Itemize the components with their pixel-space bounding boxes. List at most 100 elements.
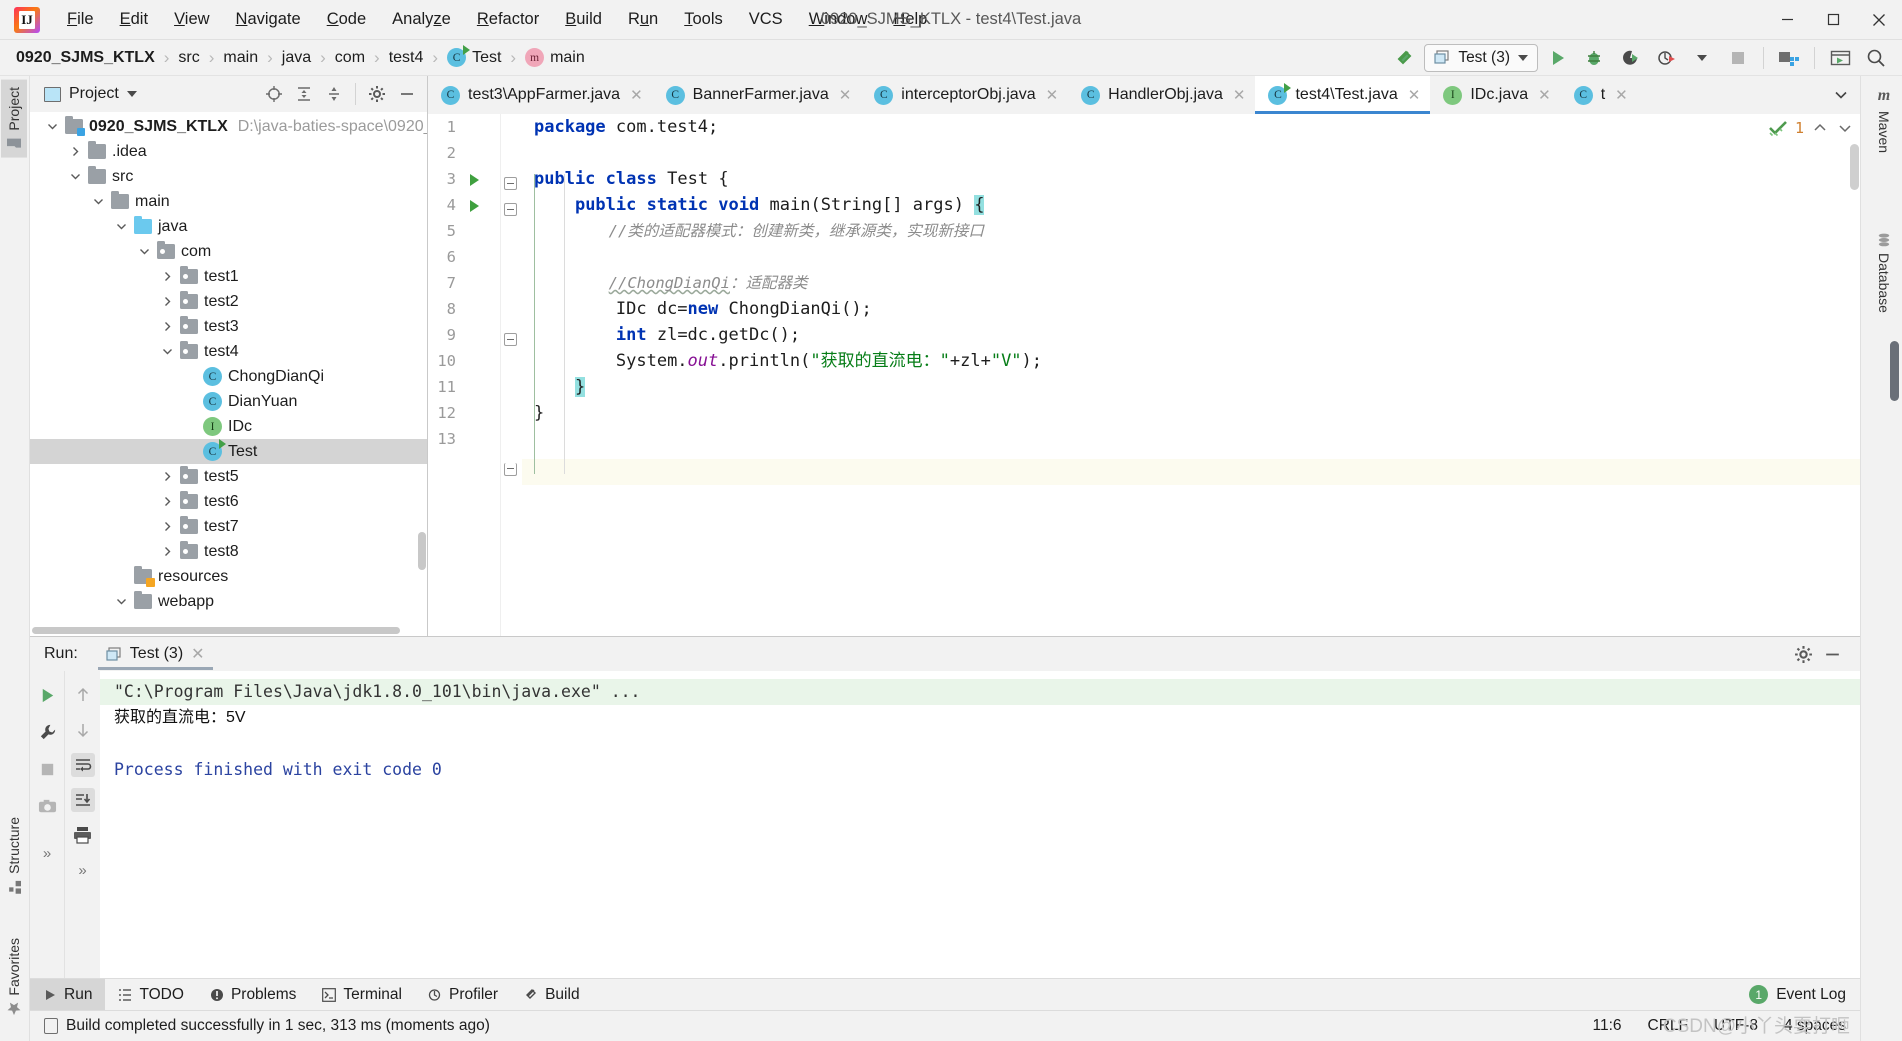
- sidebar-item-favorites[interactable]: Favorites: [1, 931, 27, 1023]
- code-text[interactable]: package com.test4; public class Test { p…: [522, 114, 1860, 636]
- tree-node-resources[interactable]: resources: [30, 564, 427, 589]
- sidebar-item-database[interactable]: Database: [1871, 226, 1897, 320]
- print-icon[interactable]: [71, 823, 95, 847]
- menu-tools[interactable]: Tools: [671, 6, 736, 33]
- tree-expand-arrow[interactable]: [113, 219, 129, 235]
- tree-node-main[interactable]: main: [30, 189, 427, 214]
- tree-expand-arrow[interactable]: [113, 594, 129, 610]
- menu-window[interactable]: Window: [796, 6, 881, 33]
- caret-position[interactable]: 11:6: [1593, 1017, 1622, 1035]
- breadcrumb-item-project[interactable]: 0920_SJMS_KTLX: [14, 48, 157, 68]
- project-structure-button[interactable]: [1773, 43, 1805, 73]
- editor-tab-test4-test-java[interactable]: Ctest4\Test.java ✕: [1255, 76, 1431, 114]
- tree-expand-arrow[interactable]: [113, 569, 129, 585]
- select-opened-file-icon[interactable]: [260, 81, 288, 107]
- tree-expand-arrow[interactable]: [67, 144, 83, 160]
- menu-view[interactable]: View: [161, 6, 222, 33]
- tree-expand-arrow[interactable]: [136, 244, 152, 260]
- tree-node-test6[interactable]: test6: [30, 489, 427, 514]
- tree-node-0920-sjms-ktlx[interactable]: 0920_SJMS_KTLX D:\java-baties-space\0920_…: [30, 114, 427, 139]
- stop-icon[interactable]: [35, 757, 59, 781]
- tree-node-test2[interactable]: test2: [30, 289, 427, 314]
- fold-marker[interactable]: [504, 333, 517, 346]
- minimize-button[interactable]: [1764, 0, 1810, 40]
- event-log-button[interactable]: Event Log: [1776, 986, 1846, 1004]
- breadcrumb-item-com[interactable]: com: [333, 48, 367, 68]
- rerun-icon[interactable]: [35, 683, 59, 707]
- run-gutter-icon[interactable]: [470, 200, 479, 212]
- sidebar-item-project[interactable]: Project: [1, 80, 27, 158]
- updates-button[interactable]: [1824, 43, 1856, 73]
- sidebar-item-structure[interactable]: Structure: [1, 810, 27, 901]
- chevron-down-icon[interactable]: [126, 91, 137, 97]
- editor-gutter[interactable]: 1 2 3 4 5 6 7 8 9 10 11 12 13: [428, 114, 500, 636]
- menu-refactor[interactable]: Refactor: [464, 6, 552, 33]
- close-button[interactable]: [1856, 0, 1902, 40]
- close-icon[interactable]: ✕: [630, 86, 643, 104]
- hide-panel-icon[interactable]: [393, 81, 421, 107]
- close-icon[interactable]: ✕: [1615, 86, 1628, 104]
- tree-expand-arrow[interactable]: [67, 169, 83, 185]
- down-arrow-icon[interactable]: [71, 718, 95, 742]
- menu-help[interactable]: Help: [880, 6, 940, 33]
- menu-build[interactable]: Build: [552, 6, 615, 33]
- editor-tab-bannerfarmer-java[interactable]: C BannerFarmer.java ✕: [653, 76, 862, 114]
- screenshot-icon[interactable]: [35, 794, 59, 818]
- tree-expand-arrow[interactable]: [159, 319, 175, 335]
- tree-expand-arrow[interactable]: [159, 544, 175, 560]
- menu-code[interactable]: Code: [314, 6, 379, 33]
- project-tree-hscrollbar[interactable]: [30, 625, 427, 636]
- editor-scrollbar[interactable]: [1850, 144, 1859, 190]
- project-panel-title[interactable]: Project: [44, 85, 137, 103]
- tree-node-test8[interactable]: test8: [30, 539, 427, 564]
- collapse-all-icon[interactable]: [320, 81, 348, 107]
- maximize-button[interactable]: [1810, 0, 1856, 40]
- gear-icon[interactable]: [1794, 645, 1813, 664]
- menu-edit[interactable]: Edit: [107, 6, 161, 33]
- editor-tab-idc-java[interactable]: I IDc.java ✕: [1430, 76, 1560, 114]
- project-tree-vscrollbar[interactable]: [418, 532, 426, 570]
- tree-node-test4[interactable]: test4: [30, 339, 427, 364]
- hide-icon[interactable]: [1823, 645, 1842, 664]
- tree-expand-arrow[interactable]: [90, 194, 106, 210]
- menu-run[interactable]: Run: [615, 6, 671, 33]
- tree-expand-arrow[interactable]: [182, 444, 198, 460]
- profile-button[interactable]: [1650, 43, 1682, 73]
- tool-button-todo[interactable]: TODO: [105, 979, 197, 1010]
- run-button[interactable]: [1542, 43, 1574, 73]
- breadcrumb-item-main-method[interactable]: m main: [523, 47, 587, 68]
- tree-node-dianyuan[interactable]: C DianYuan: [30, 389, 427, 414]
- tree-node-test7[interactable]: test7: [30, 514, 427, 539]
- tool-button-terminal[interactable]: Terminal: [309, 979, 415, 1010]
- settings-gear-icon[interactable]: [363, 81, 391, 107]
- tool-button-problems[interactable]: Problems: [197, 979, 309, 1010]
- file-encoding[interactable]: UTF-8: [1714, 1017, 1758, 1035]
- editor-tab-t[interactable]: Ct ✕: [1561, 76, 1638, 114]
- close-icon[interactable]: ✕: [191, 644, 204, 664]
- search-everywhere-button[interactable]: [1860, 43, 1892, 73]
- menu-navigate[interactable]: Navigate: [223, 6, 314, 33]
- close-icon[interactable]: ✕: [1538, 86, 1551, 104]
- tree-expand-arrow[interactable]: [159, 294, 175, 310]
- breadcrumb-item-test4[interactable]: test4: [387, 48, 426, 68]
- tree-node-chongdianqi[interactable]: C ChongDianQi: [30, 364, 427, 389]
- breadcrumb-item-test-class[interactable]: C Test: [445, 45, 503, 68]
- editor-tabs[interactable]: Ctest3\AppFarmer.java ✕ C BannerFarmer.java…: [428, 76, 1860, 114]
- tree-expand-arrow[interactable]: [159, 269, 175, 285]
- breadcrumb-item-src[interactable]: src: [176, 48, 201, 68]
- tree-node--idea[interactable]: .idea: [30, 139, 427, 164]
- editor-global-scrollbar[interactable]: [1890, 341, 1899, 401]
- project-tree[interactable]: 0920_SJMS_KTLX D:\java-baties-space\0920_…: [30, 112, 427, 625]
- tree-node-idc[interactable]: I IDc: [30, 414, 427, 439]
- tree-node-test[interactable]: C Test: [30, 439, 427, 464]
- editor-tab-interceptorobj-java[interactable]: CinterceptorObj.java ✕: [861, 76, 1068, 114]
- close-icon[interactable]: ✕: [1408, 86, 1421, 104]
- more-actions-icon[interactable]: »: [71, 858, 95, 882]
- tree-expand-arrow[interactable]: [182, 369, 198, 385]
- status-message[interactable]: Build completed successfully in 1 sec, 3…: [66, 1017, 490, 1035]
- breadcrumb-item-main-folder[interactable]: main: [221, 48, 260, 68]
- tree-expand-arrow[interactable]: [159, 519, 175, 535]
- build-project-button[interactable]: [1388, 43, 1420, 73]
- soft-wrap-icon[interactable]: [70, 753, 95, 777]
- console-output[interactable]: "C:\Program Files\Java\jdk1.8.0_101\bin\…: [100, 671, 1860, 978]
